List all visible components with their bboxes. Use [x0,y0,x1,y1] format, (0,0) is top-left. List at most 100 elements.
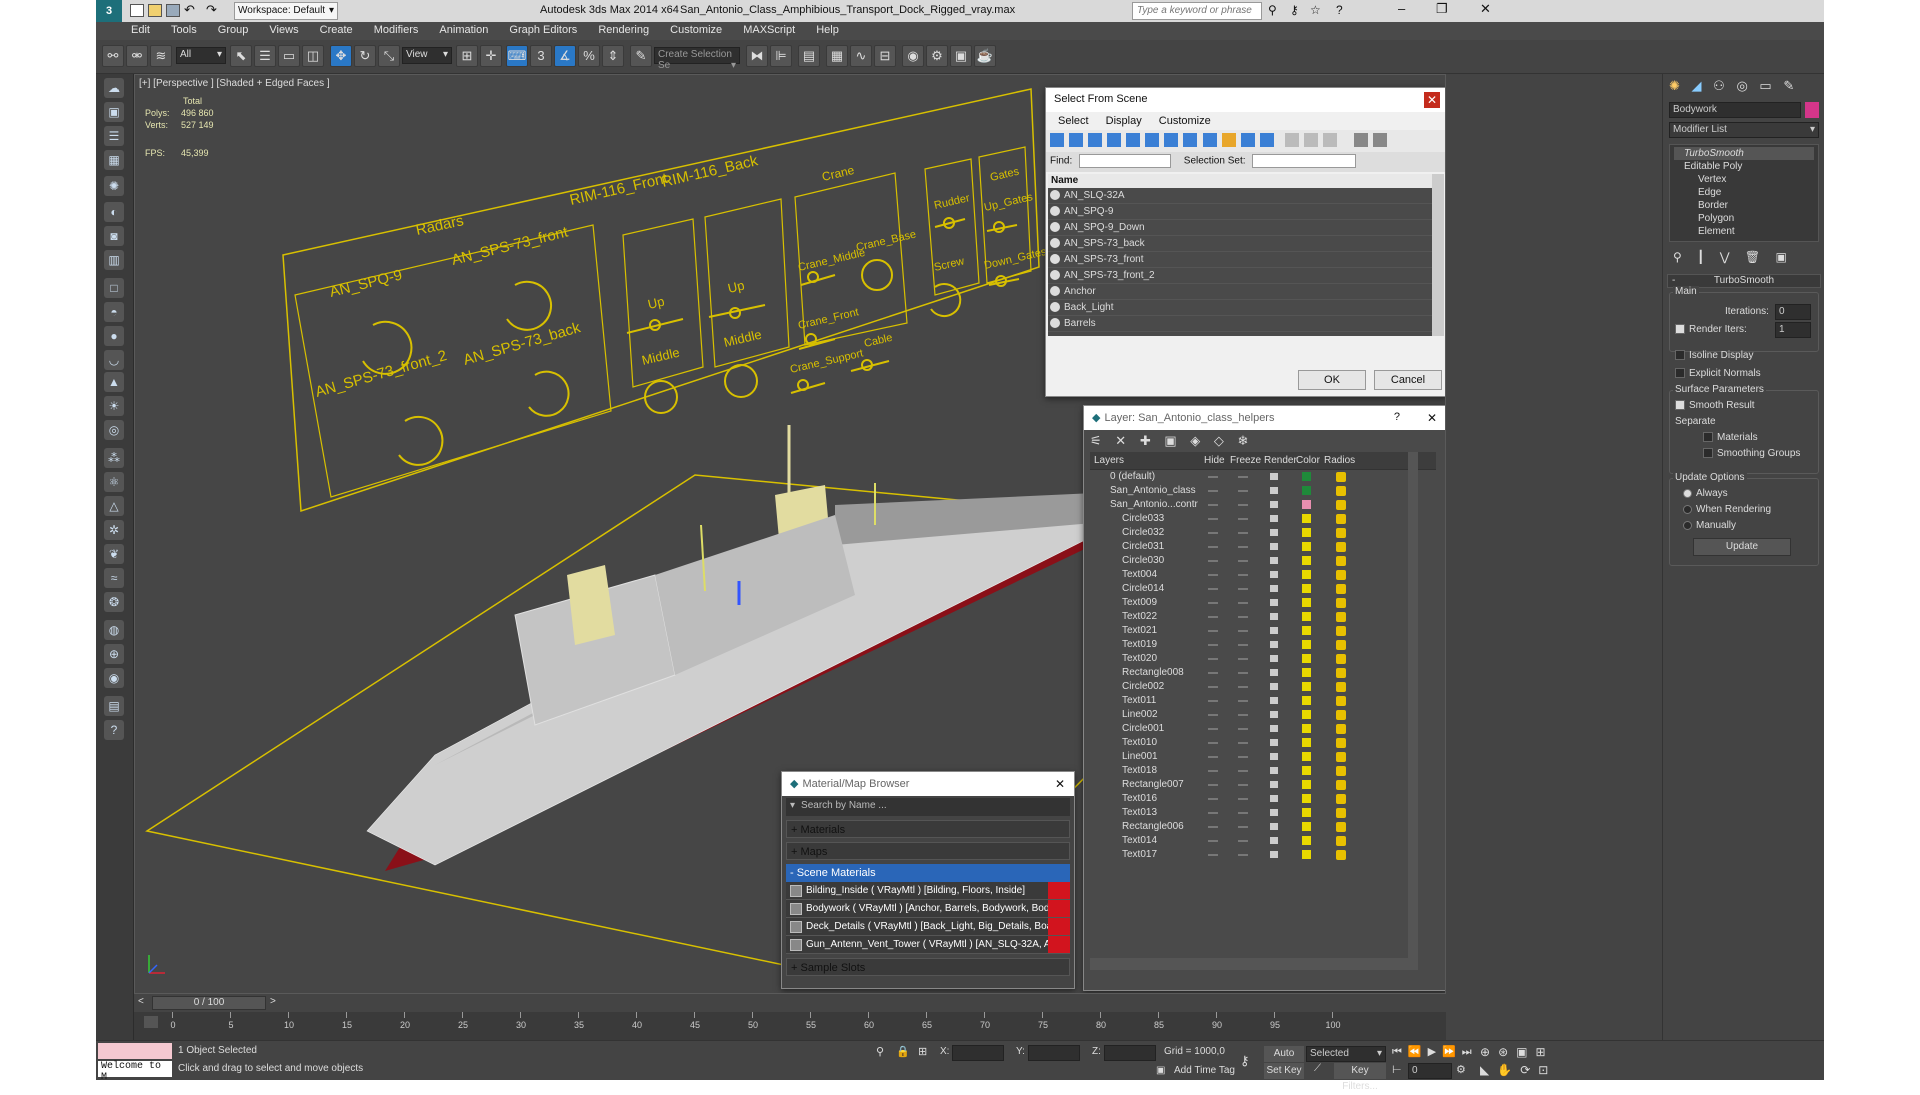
clipboard-icon[interactable]: ▤ [104,696,124,716]
explicit-normals-checkbox[interactable] [1675,368,1685,379]
menu-animation[interactable]: Animation [430,22,497,36]
molecule-icon[interactable]: ⚛ [104,472,124,492]
add-time-tag[interactable]: Add Time Tag [1174,1065,1235,1076]
render-toggle-icon[interactable] [1270,543,1278,550]
scene-material-item[interactable]: Gun_Antenn_Vent_Tower ( VRayMtl ) [AN_SL… [786,936,1070,954]
render-toggle-icon[interactable] [1270,739,1278,746]
key-mode-dropdown[interactable]: Selected ▾ [1306,1046,1386,1062]
freeze-toggle[interactable] [1238,616,1248,618]
material-browser-titlebar[interactable]: ◆ Material/Map Browser ✕ [782,772,1074,796]
render-toggle-icon[interactable] [1270,823,1278,830]
layer-row[interactable]: Text011 [1090,694,1352,708]
freeze-toggle[interactable] [1238,672,1248,674]
layer-row[interactable]: Circle002 [1090,680,1352,694]
freeze-toggle[interactable] [1238,686,1248,688]
menu-create[interactable]: Create [311,22,362,36]
go-to-end-icon[interactable]: ⏭ [1462,1046,1478,1058]
layer-row[interactable]: Line001 [1090,750,1352,764]
time-config-icon[interactable]: ⚙ [1456,1063,1466,1076]
freeze-toggle[interactable] [1238,588,1248,590]
hide-toggle[interactable] [1208,602,1218,604]
percent-snap-icon[interactable]: % [578,45,600,67]
filter-frozen-icon[interactable] [1240,133,1255,147]
freeze-all-icon[interactable]: ❄ [1238,433,1249,448]
radiosity-toggle-icon[interactable] [1336,626,1346,636]
keyboard-shortcut-override-icon[interactable]: ⌨ [506,45,528,67]
delete-icon[interactable]: ✕ [1115,433,1126,448]
name-column-header[interactable]: Name [1048,174,1432,188]
render-iters-checkbox[interactable] [1675,324,1685,335]
freeze-toggle[interactable] [1238,602,1248,604]
layer-row[interactable]: Text016 [1090,792,1352,806]
render-toggle-icon[interactable] [1270,795,1278,802]
col-render[interactable]: Render [1264,455,1297,466]
hide-toggle[interactable] [1208,798,1218,800]
scene-material-item[interactable]: Bodywork ( VRayMtl ) [Anchor, Barrels, B… [786,900,1070,918]
zoom-all-icon[interactable]: ⊛ [1498,1045,1516,1059]
radiosity-toggle-icon[interactable] [1336,780,1346,790]
next-frame-icon[interactable]: ⏩ [1442,1046,1462,1058]
particles-icon[interactable]: ⁂ [104,448,124,468]
freeze-toggle[interactable] [1238,644,1248,646]
bind-spacewarp-icon[interactable]: ≋ [150,45,172,67]
window-crossing-icon[interactable]: ◫ [302,45,324,67]
render-toggle-icon[interactable] [1270,767,1278,774]
radiosity-toggle-icon[interactable] [1336,486,1346,496]
menu-tools[interactable]: Tools [162,22,206,36]
object-name-field[interactable]: Bodywork [1669,102,1801,118]
freeze-toggle[interactable] [1238,784,1248,786]
selection-filter-dropdown[interactable]: All ▾ [176,47,226,64]
radiosity-toggle-icon[interactable] [1336,514,1346,524]
layer-row[interactable]: Text010 [1090,736,1352,750]
freeze-toggle[interactable] [1238,714,1248,716]
layer-color-swatch[interactable] [1302,752,1311,761]
hide-toggle[interactable] [1208,630,1218,632]
film-icon[interactable]: ▥ [104,250,124,270]
layer-row[interactable]: San_Antonio...contr [1090,498,1352,512]
hide-toggle[interactable] [1208,826,1218,828]
render-toggle-icon[interactable] [1270,683,1278,690]
redo-icon[interactable]: ↷ [206,2,217,18]
menu-rendering[interactable]: Rendering [589,22,658,36]
render-toggle-icon[interactable] [1270,529,1278,536]
render-toggle-icon[interactable] [1270,487,1278,494]
scene-object-item[interactable]: Anchor [1048,284,1432,300]
auto-key-button[interactable]: Auto Key [1264,1046,1304,1075]
close-icon[interactable]: ✕ [1424,410,1440,426]
add-to-layer-icon[interactable]: ✚ [1140,433,1151,448]
render-toggle-icon[interactable] [1270,851,1278,858]
layer-row[interactable]: Circle001 [1090,722,1352,736]
freeze-toggle[interactable] [1238,504,1248,506]
layer-row[interactable]: Circle031 [1090,540,1352,554]
zoom-region-icon[interactable]: ⊕ [104,644,124,664]
hide-toggle[interactable] [1208,840,1218,842]
always-radio[interactable] [1683,488,1692,498]
globe-icon[interactable]: ◍ [104,620,124,640]
prev-frame-arrow[interactable]: < [138,996,148,1010]
layer-row[interactable]: 0 (default) [1090,470,1352,484]
key-filters-icon[interactable]: ⟋ [1314,1063,1321,1074]
layer-color-swatch[interactable] [1302,836,1311,845]
pivot-center-icon[interactable]: ⊞ [456,45,478,67]
layer-color-swatch[interactable] [1302,542,1311,551]
select-invert-icon[interactable] [1322,133,1337,147]
layer-color-swatch[interactable] [1302,584,1311,593]
hair-icon[interactable]: ≈ [104,568,124,588]
hide-toggle[interactable] [1208,616,1218,618]
radiosity-toggle-icon[interactable] [1336,500,1346,510]
stack-vertex[interactable]: Vertex [1674,173,1814,186]
absolute-mode-icon[interactable]: ⊞ [918,1045,927,1058]
stack-edge[interactable]: Edge [1674,186,1814,199]
y-coordinate-field[interactable] [1028,1045,1080,1061]
freeze-toggle[interactable] [1238,854,1248,856]
rectangular-selection-icon[interactable]: ▭ [278,45,300,67]
freeze-toggle[interactable] [1238,812,1248,814]
set-key-mode-icon[interactable]: ⚷ [1240,1053,1250,1069]
remove-modifier-icon[interactable]: 🗑 [1745,250,1760,264]
radiosity-toggle-icon[interactable] [1336,472,1346,482]
tab-customize[interactable]: Customize [1159,115,1211,127]
sphere-icon[interactable]: ● [104,326,124,346]
scene-object-item[interactable]: Back_Light [1048,300,1432,316]
layer-row[interactable]: Text020 [1090,652,1352,666]
link-icon[interactable]: ⚯ [102,45,124,67]
